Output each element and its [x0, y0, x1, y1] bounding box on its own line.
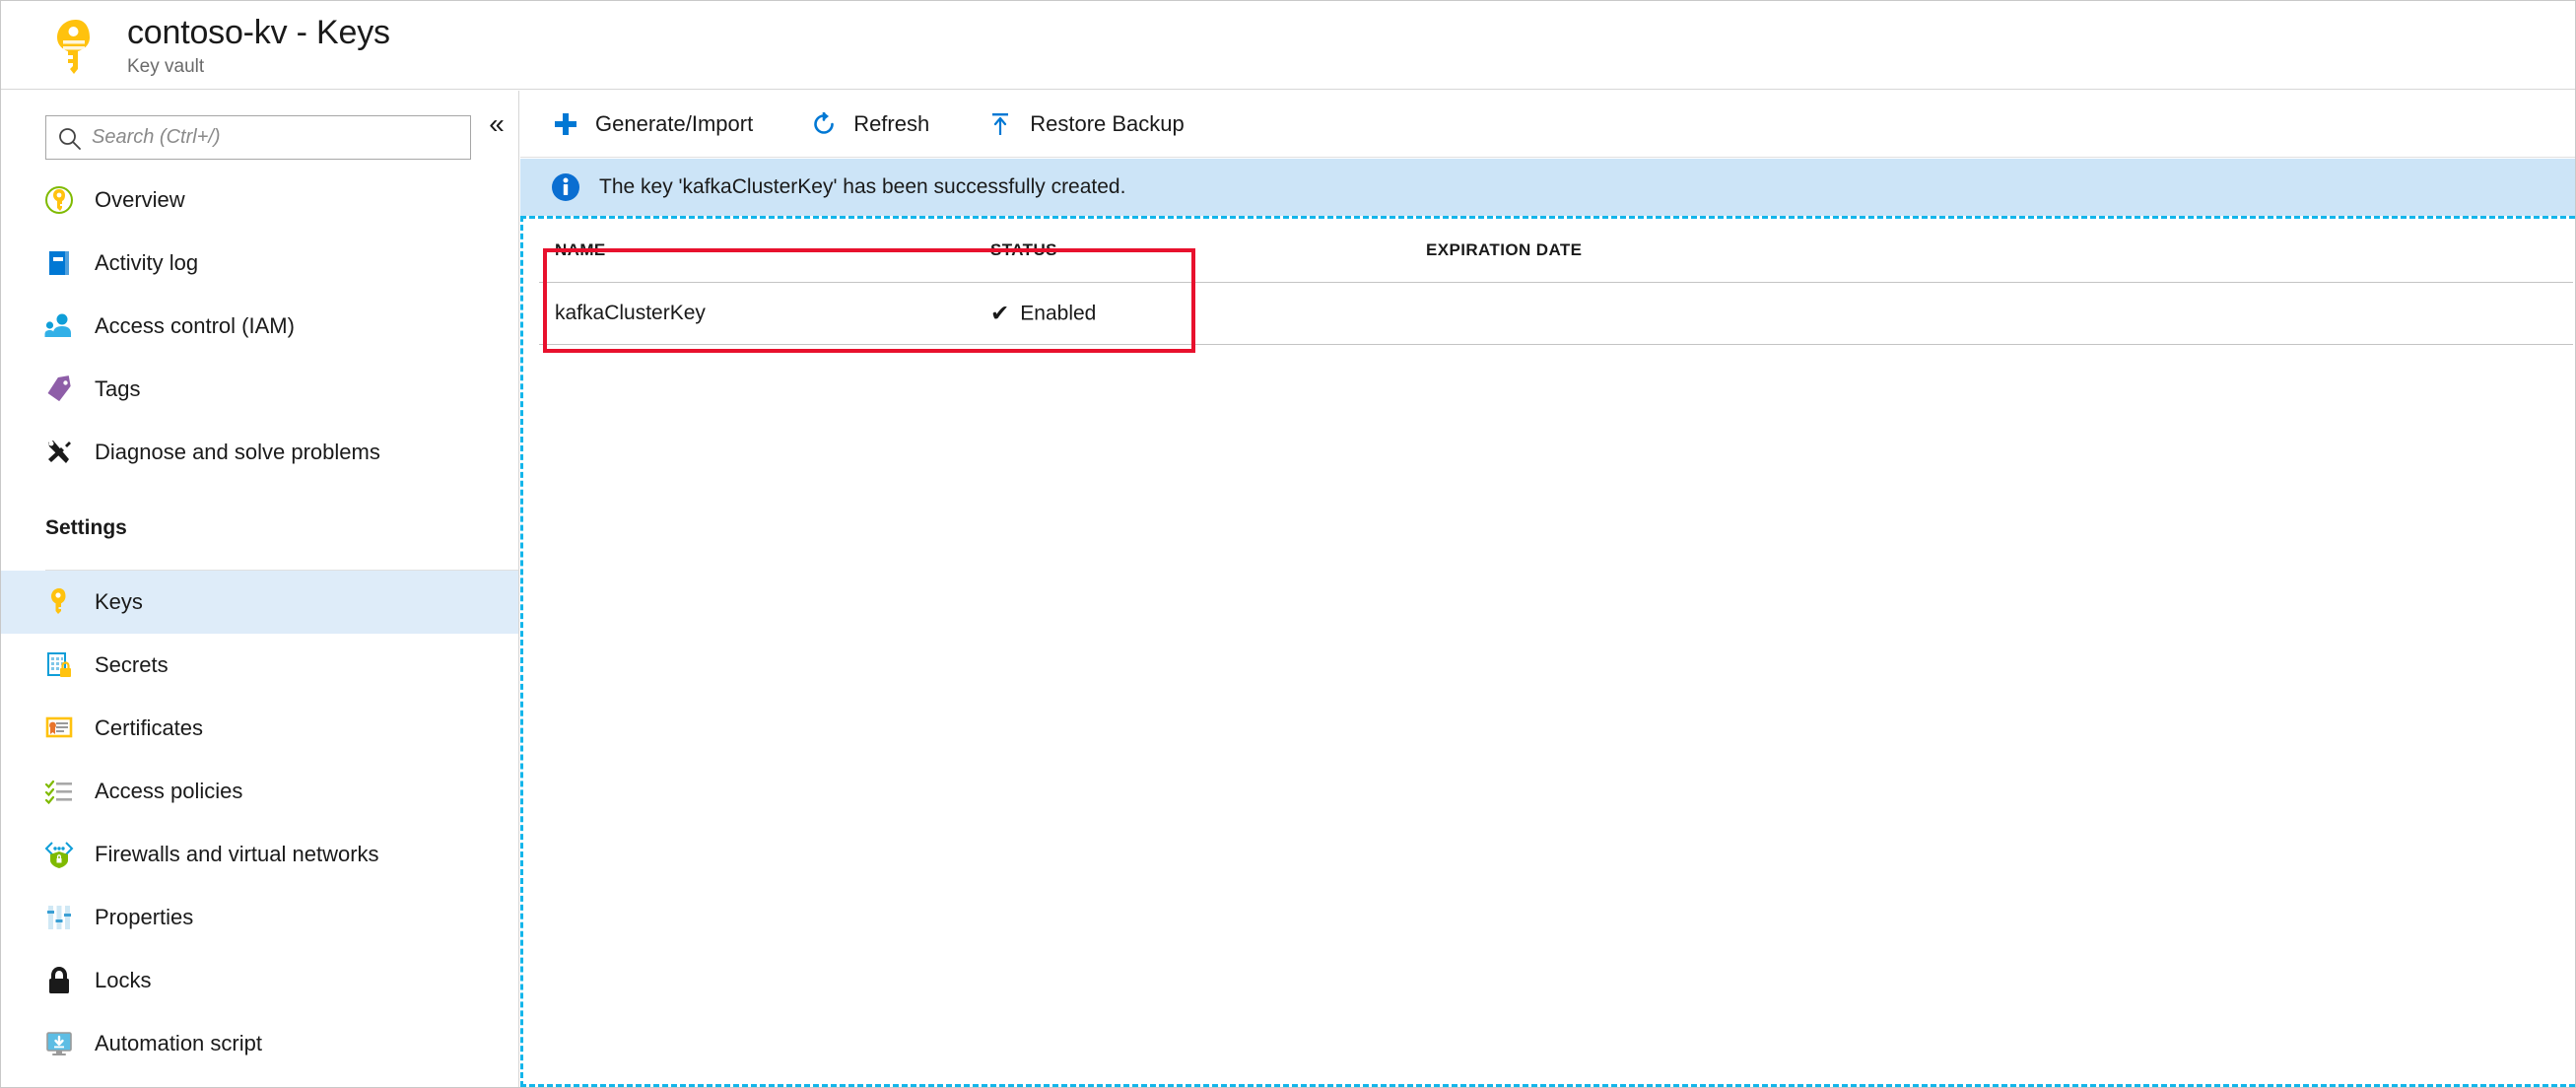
sidebar-item-label: Access policies [95, 779, 243, 803]
sidebar: « Overview Activity log [1, 91, 519, 1087]
overview-key-icon [42, 183, 76, 217]
sidebar-item-label: Locks [95, 968, 152, 992]
content-area: NAME STATUS EXPIRATION DATE kafkaCluster… [520, 216, 2575, 1087]
sidebar-item-activity-log[interactable]: Activity log [1, 232, 518, 295]
generate-import-label: Generate/Import [595, 110, 754, 136]
search-icon [56, 125, 84, 153]
restore-backup-label: Restore Backup [1030, 110, 1185, 136]
restore-backup-button[interactable]: Restore Backup [984, 91, 1210, 158]
table-row-rule [539, 344, 2573, 345]
command-toolbar: Generate/Import Refresh Restore Backup [520, 91, 2575, 158]
sidebar-item-locks[interactable]: Locks [1, 949, 518, 1012]
sidebar-item-label: Certificates [95, 715, 204, 740]
sidebar-item-certificates[interactable]: Certificates [1, 697, 518, 760]
sidebar-collapse-button[interactable]: « [479, 106, 514, 142]
certificates-icon [42, 712, 76, 745]
blade-header: contoso-kv - Keys Key vault [1, 1, 2575, 90]
main-panel: Generate/Import Refresh Restore Backup T… [520, 91, 2575, 1087]
sidebar-item-label: Keys [95, 589, 143, 614]
tags-icon [42, 373, 76, 406]
sidebar-item-label: Activity log [95, 250, 199, 275]
key-vault-icon [48, 17, 103, 76]
access-policies-icon [42, 775, 76, 808]
info-icon [550, 171, 581, 203]
keys-table: NAME STATUS EXPIRATION DATE kafkaCluster… [523, 219, 2575, 353]
access-control-icon [42, 309, 76, 343]
checkmark-icon: ✔ [990, 300, 1010, 326]
upload-arrow-icon [984, 108, 1016, 140]
banner-message: The key 'kafkaClusterKey' has been succe… [599, 175, 1126, 198]
page-subtitle: Key vault [127, 56, 205, 77]
sidebar-section-settings: Settings [45, 516, 127, 539]
notification-banner: The key 'kafkaClusterKey' has been succe… [520, 159, 2575, 216]
column-header-expiration-date[interactable]: EXPIRATION DATE [1426, 240, 1582, 260]
refresh-icon [808, 108, 840, 140]
secrets-icon [42, 648, 76, 682]
header-text-group: contoso-kv - Keys Key vault [127, 11, 390, 80]
locks-icon [42, 964, 76, 997]
sidebar-item-automation-script[interactable]: Automation script [1, 1012, 518, 1075]
search-box[interactable] [45, 115, 471, 160]
sidebar-item-label: Access control (IAM) [95, 313, 295, 338]
column-header-status[interactable]: STATUS [990, 240, 1057, 260]
page-title: contoso-kv - Keys [127, 14, 390, 51]
cell-status: ✔ Enabled [990, 301, 1096, 327]
sidebar-item-label: Properties [95, 905, 194, 929]
sidebar-item-keys[interactable]: Keys [1, 571, 518, 634]
column-header-name[interactable]: NAME [555, 240, 606, 260]
firewall-icon [42, 838, 76, 871]
activity-log-icon [42, 246, 76, 280]
chevron-double-left-icon: « [489, 108, 505, 139]
sidebar-item-label: Firewalls and virtual networks [95, 842, 379, 866]
sidebar-item-diagnose[interactable]: Diagnose and solve problems [1, 421, 518, 484]
keys-icon [42, 585, 76, 619]
table-header-row: NAME STATUS EXPIRATION DATE [523, 219, 2575, 272]
cell-key-name: kafkaClusterKey [555, 302, 706, 324]
refresh-button[interactable]: Refresh [808, 91, 955, 158]
sidebar-item-label: Diagnose and solve problems [95, 440, 380, 464]
azure-portal-blade: contoso-kv - Keys Key vault « [0, 0, 2576, 1088]
sidebar-item-label: Secrets [95, 652, 169, 677]
sidebar-item-access-control[interactable]: Access control (IAM) [1, 295, 518, 358]
sidebar-item-secrets[interactable]: Secrets [1, 634, 518, 697]
table-row[interactable]: kafkaClusterKey ✔ Enabled [523, 283, 2575, 344]
sidebar-item-label: Tags [95, 376, 141, 401]
sidebar-item-label: Automation script [95, 1031, 262, 1055]
sidebar-item-label: Overview [95, 187, 185, 212]
search-input[interactable] [90, 116, 468, 159]
diagnose-icon [42, 436, 76, 469]
sidebar-item-overview[interactable]: Overview [1, 169, 518, 232]
status-text: Enabled [1020, 302, 1097, 324]
plus-icon [550, 108, 581, 140]
sidebar-item-access-policies[interactable]: Access policies [1, 760, 518, 823]
automation-script-icon [42, 1027, 76, 1060]
sidebar-item-properties[interactable]: Properties [1, 886, 518, 949]
properties-icon [42, 901, 76, 934]
sidebar-item-firewalls[interactable]: Firewalls and virtual networks [1, 823, 518, 886]
refresh-label: Refresh [853, 110, 930, 136]
sidebar-item-tags[interactable]: Tags [1, 358, 518, 421]
generate-import-button[interactable]: Generate/Import [550, 91, 779, 158]
